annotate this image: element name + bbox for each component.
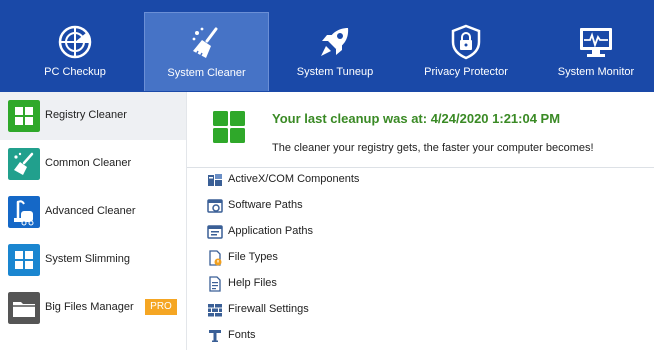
- sidebar: Registry Cleaner Common Cleaner Advanced…: [0, 92, 186, 350]
- brush-icon: [8, 148, 40, 180]
- category-item-file-types[interactable]: File Types: [207, 249, 507, 267]
- tab-label: PC Checkup: [44, 66, 106, 78]
- category-label: Help Files: [228, 277, 277, 289]
- file-types-icon: [209, 250, 222, 266]
- tab-pc-checkup[interactable]: PC Checkup: [25, 12, 125, 91]
- category-item-software-paths[interactable]: Software Paths: [207, 197, 507, 215]
- rocket-icon: [321, 28, 349, 56]
- activex-icon: [208, 174, 222, 186]
- category-label: Software Paths: [228, 199, 303, 211]
- tab-system-cleaner[interactable]: System Cleaner: [144, 12, 269, 91]
- monitor-icon: [580, 28, 612, 57]
- tab-privacy-protector[interactable]: Privacy Protector: [412, 12, 520, 91]
- category-item-application-paths[interactable]: Application Paths: [207, 223, 507, 241]
- category-label: ActiveX/COM Components: [228, 173, 360, 185]
- cleanup-subtitle: The cleaner your registry gets, the fast…: [272, 142, 594, 154]
- tab-label: Privacy Protector: [424, 66, 508, 78]
- registry-grid-icon: [8, 100, 40, 132]
- sidebar-item-common-cleaner[interactable]: Common Cleaner: [0, 140, 186, 188]
- sidebar-item-label: Registry Cleaner: [45, 109, 127, 121]
- sidebar-item-label: Common Cleaner: [45, 157, 132, 169]
- sidebar-item-label: Big Files Manager: [45, 301, 134, 313]
- help-files-icon: [209, 276, 221, 292]
- sidebar-item-system-slimming[interactable]: System Slimming: [0, 236, 186, 284]
- software-paths-icon: [207, 199, 223, 213]
- tab-label: System Monitor: [557, 66, 635, 78]
- category-item-firewall-settings[interactable]: Firewall Settings: [207, 301, 507, 319]
- category-label: File Types: [228, 251, 278, 263]
- last-cleanup-title: Your last cleanup was at: 4/24/2020 1:21…: [272, 111, 561, 126]
- category-label: Fonts: [228, 329, 256, 341]
- vacuum-icon: [8, 196, 40, 228]
- broom-icon: [192, 27, 217, 58]
- tab-label: System Tuneup: [296, 66, 374, 78]
- category-label: Firewall Settings: [228, 303, 309, 315]
- tab-label: System Cleaner: [167, 67, 246, 79]
- top-navigation: PC Checkup System Cleaner System Tuneup: [0, 0, 654, 92]
- category-label: Application Paths: [228, 225, 313, 237]
- registry-grid-icon: [213, 111, 245, 143]
- sidebar-item-big-files-manager[interactable]: Big Files Manager PRO: [0, 284, 186, 332]
- category-item-activex[interactable]: ActiveX/COM Components: [207, 171, 507, 189]
- sidebar-item-advanced-cleaner[interactable]: Advanced Cleaner: [0, 188, 186, 236]
- firewall-icon: [208, 304, 222, 317]
- tab-system-tuneup[interactable]: System Tuneup: [285, 12, 385, 91]
- pro-badge: PRO: [145, 299, 177, 315]
- folder-icon: [8, 292, 40, 324]
- lock-shield-icon: [451, 24, 481, 60]
- windows-icon: [8, 244, 40, 276]
- main-panel: Your last cleanup was at: 4/24/2020 1:21…: [186, 92, 654, 350]
- sidebar-item-registry-cleaner[interactable]: Registry Cleaner: [0, 92, 186, 140]
- divider: [187, 167, 654, 168]
- sidebar-item-label: System Slimming: [45, 253, 130, 265]
- pc-checkup-icon: [58, 25, 92, 59]
- category-item-fonts[interactable]: Fonts: [207, 327, 507, 345]
- sidebar-item-label: Advanced Cleaner: [45, 205, 136, 217]
- tab-system-monitor[interactable]: System Monitor: [548, 12, 644, 91]
- category-item-help-files[interactable]: Help Files: [207, 275, 507, 293]
- fonts-icon: [209, 330, 221, 342]
- application-paths-icon: [207, 225, 223, 239]
